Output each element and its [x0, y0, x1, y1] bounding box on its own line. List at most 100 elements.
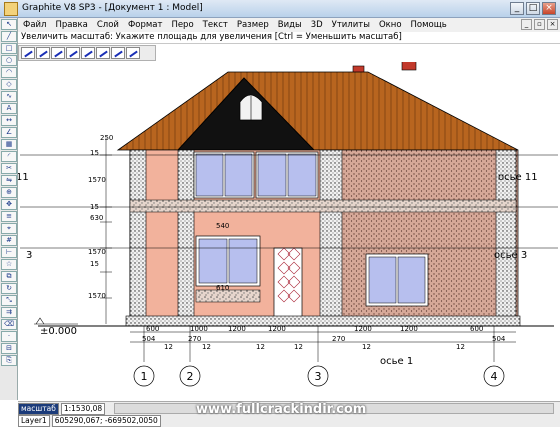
align-tool-icon[interactable]: ⊟ [1, 343, 17, 354]
house-elevation-drawing: 250 15 1570 15 630 1570 15 1570 540 610 … [18, 62, 558, 387]
minimize-button[interactable]: _ [510, 2, 524, 15]
pen-toolbar [18, 45, 156, 61]
scale-tool-icon[interactable]: ⤡ [1, 295, 17, 306]
watermark: www.fullcrackindir.com [196, 402, 367, 417]
menu-text[interactable]: Текст [203, 20, 228, 30]
dim-bottom: 270 [188, 335, 201, 343]
angle-tool-icon[interactable]: ∠ [1, 127, 17, 138]
roof [116, 71, 519, 151]
pen-icon[interactable] [66, 47, 80, 59]
dim-left: 15 [90, 260, 99, 268]
text-tool-icon[interactable]: A [1, 103, 17, 114]
dim-bottom: 1200 [268, 325, 286, 333]
command-prompt: Увеличить масштаб: Укажите площадь для у… [18, 32, 560, 44]
dim-bottom: 1000 [190, 325, 208, 333]
offset-tool-icon[interactable]: ⇉ [1, 307, 17, 318]
fillet-tool-icon[interactable]: ◜ [1, 151, 17, 162]
layer-tool-icon[interactable]: ≡ [1, 211, 17, 222]
dim-bottom: 600 [470, 325, 483, 333]
axis-number: 1 [141, 370, 148, 383]
axis-label-left-3: 3 [26, 250, 32, 261]
snap-tool-icon[interactable]: ⌖ [1, 223, 17, 234]
polygon-tool-icon[interactable]: ◇ [1, 79, 17, 90]
mirror-tool-icon[interactable]: ⇋ [1, 175, 17, 186]
dimension-tool-icon[interactable]: ↔ [1, 115, 17, 126]
window-title: Graphite V8 SP3 - [Документ 1 : Model] [22, 3, 203, 13]
doc-minimize-button[interactable]: _ [521, 19, 532, 30]
window-lower-2 [368, 256, 397, 304]
maximize-button[interactable]: □ [526, 2, 540, 15]
grid-tool-icon[interactable]: # [1, 235, 17, 246]
point-tool-icon[interactable]: · [1, 331, 17, 342]
menu-pen[interactable]: Перо [171, 20, 193, 30]
axis-number: 4 [491, 370, 498, 383]
pen-icon[interactable] [81, 47, 95, 59]
pointer-tool-icon[interactable]: ↖ [1, 19, 17, 30]
menu-file[interactable]: Файл [23, 20, 46, 30]
pen-icon[interactable] [21, 47, 35, 59]
copy-tool-icon[interactable]: ⎘ [1, 355, 17, 366]
measure-tool-icon[interactable]: ⊢ [1, 247, 17, 258]
menu-format[interactable]: Формат [128, 20, 163, 30]
dim-bottom: 600 [146, 325, 159, 333]
pan-tool-icon[interactable]: ✥ [1, 199, 17, 210]
erase-tool-icon[interactable]: ⌫ [1, 319, 17, 330]
rect-tool-icon[interactable]: □ [1, 43, 17, 54]
dim-left: 15 [90, 149, 99, 157]
dim-bottom: 12 [256, 343, 265, 351]
menu-3d[interactable]: 3D [311, 20, 323, 30]
hatch-tool-icon[interactable]: ▦ [1, 139, 17, 150]
window-upper-2 [257, 153, 287, 197]
pen-icon[interactable] [51, 47, 65, 59]
scale-field[interactable]: 1:1530,08 [60, 403, 106, 415]
group-tool-icon[interactable]: ⧉ [1, 271, 17, 282]
coordinates-readout: 605290,067; -669502,0050 [51, 415, 161, 427]
dim-bottom: 12 [164, 343, 173, 351]
symbol-tool-icon[interactable]: ☆ [1, 259, 17, 270]
dim-left: 1570 [88, 248, 106, 256]
pen-icon[interactable] [36, 47, 50, 59]
pen-icon[interactable] [111, 47, 125, 59]
axis-label-left-11: 11 [18, 172, 29, 183]
axis-label-right-11: осье 11 [498, 172, 538, 183]
rotate-tool-icon[interactable]: ↻ [1, 283, 17, 294]
menu-size[interactable]: Размер [237, 20, 269, 30]
menu-layer[interactable]: Слой [97, 20, 119, 30]
dim-inner: 610 [216, 284, 229, 292]
entrance-door [273, 247, 303, 319]
chimney-right [401, 62, 417, 71]
app-icon[interactable] [4, 2, 18, 16]
close-button[interactable]: × [542, 2, 556, 15]
pen-icon[interactable] [126, 47, 140, 59]
axis-number: 2 [187, 370, 194, 383]
dim-left: 15 [90, 203, 99, 211]
scale-label: масштаб [18, 403, 59, 415]
dim-bottom: 12 [202, 343, 211, 351]
menu-utilities[interactable]: Утилиты [332, 20, 370, 30]
curve-tool-icon[interactable]: ∿ [1, 91, 17, 102]
line-tool-icon[interactable]: ╱ [1, 31, 17, 42]
dim-left: 1570 [88, 176, 106, 184]
drawing-canvas[interactable]: 250 15 1570 15 630 1570 15 1570 540 610 … [18, 62, 560, 400]
doc-close-button[interactable]: × [547, 19, 558, 30]
menu-window[interactable]: Окно [379, 20, 402, 30]
arc-tool-icon[interactable]: ◠ [1, 67, 17, 78]
dim-bottom: 1200 [354, 325, 372, 333]
dim-bottom: 12 [294, 343, 303, 351]
menu-edit[interactable]: Правка [55, 20, 87, 30]
plinth [125, 315, 521, 327]
trim-tool-icon[interactable]: ✂ [1, 163, 17, 174]
dim-bottom: 12 [362, 343, 371, 351]
dim-bottom: 504 [492, 335, 506, 343]
menu-help[interactable]: Помощь [411, 20, 447, 30]
layer-field[interactable]: Layer1 [18, 415, 50, 427]
zoom-tool-icon[interactable]: ⊕ [1, 187, 17, 198]
pen-icon[interactable] [96, 47, 110, 59]
elevation-mark: ±0.000 [34, 317, 78, 337]
title-bar: Graphite V8 SP3 - [Документ 1 : Model] _… [0, 0, 560, 18]
doc-restore-button[interactable]: ▫ [534, 19, 545, 30]
dim-bottom: 1200 [400, 325, 418, 333]
dim-bottom: 270 [332, 335, 345, 343]
menu-views[interactable]: Виды [278, 20, 302, 30]
circle-tool-icon[interactable]: ○ [1, 55, 17, 66]
